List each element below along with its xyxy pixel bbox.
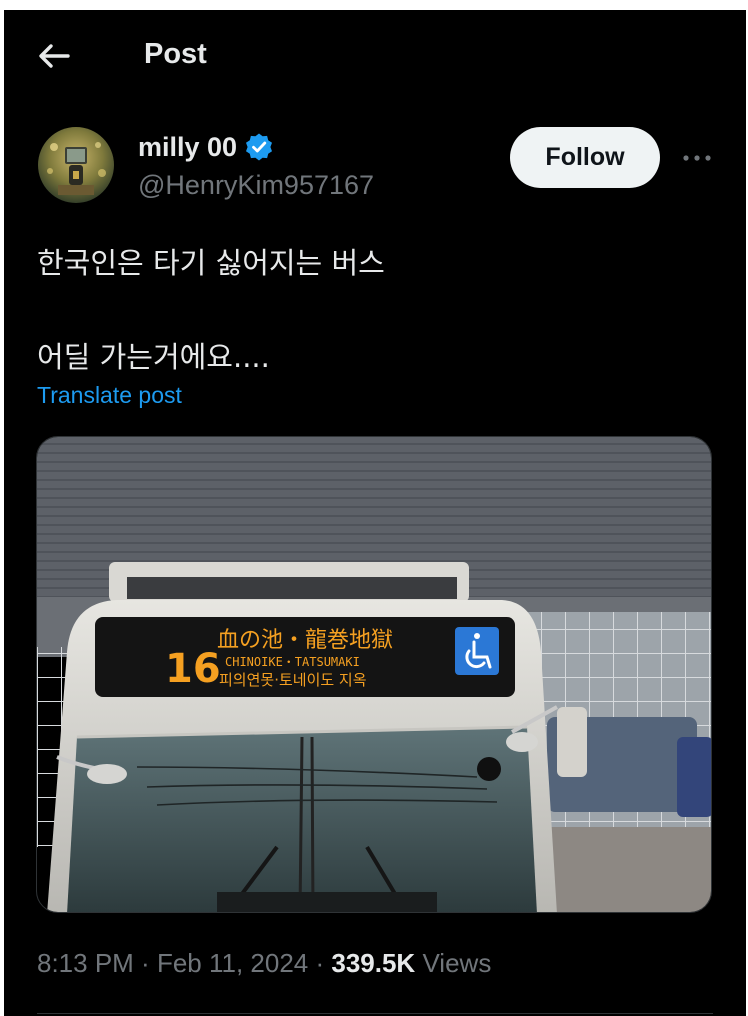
views-count[interactable]: 339.5K (331, 948, 415, 978)
author-handle[interactable]: @HenryKim957167 (138, 170, 374, 201)
more-horizontal-icon (683, 155, 711, 161)
author-name-row[interactable]: milly 00 (138, 130, 274, 164)
post-metadata: 8:13 PM · Feb 11, 2024 · 339.5K Views (37, 948, 491, 979)
bus-route-number: 16 (165, 646, 221, 692)
avatar-image (47, 142, 106, 195)
follow-button[interactable]: Follow (510, 127, 660, 188)
bus-sign-romaji: CHINOIKE・TATSUMAKI (225, 655, 360, 669)
post-text-line-2: 어딜 가는거에요.... (37, 340, 270, 374)
post-text-line-1: 한국인은 타기 싫어지는 버스 (37, 246, 385, 280)
divider (37, 1013, 713, 1014)
meta-separator-1: · (133, 948, 157, 978)
post-image[interactable]: 16 血の池・龍巻地獄 CHINOIKE・TATSUMAKI 피의연못·토네이도… (36, 436, 712, 913)
arrow-left-icon (39, 44, 70, 68)
post-screen: Post milly 00 @HenryKim957167 Follow 한국인… (4, 10, 746, 1016)
bus-sign-japanese: 血の池・龍巻地獄 (217, 628, 393, 653)
back-button[interactable] (34, 36, 74, 76)
avatar[interactable] (38, 127, 114, 203)
verified-badge-icon (246, 133, 273, 161)
author-name[interactable]: milly 00 (138, 132, 237, 163)
post-time[interactable]: 8:13 PM (37, 948, 134, 978)
bus-sign-korean: 피의연못·토네이도 지옥 (219, 671, 367, 689)
views-label: Views (422, 948, 492, 978)
more-button[interactable] (680, 146, 714, 170)
header: Post (4, 10, 746, 98)
page-title: Post (144, 38, 207, 70)
bus-photo: 16 血の池・龍巻地獄 CHINOIKE・TATSUMAKI 피의연못·토네이도… (37, 437, 711, 912)
translate-post-link[interactable]: Translate post (37, 382, 182, 409)
post-date[interactable]: Feb 11, 2024 (157, 948, 308, 978)
meta-separator-2: · (308, 948, 332, 978)
